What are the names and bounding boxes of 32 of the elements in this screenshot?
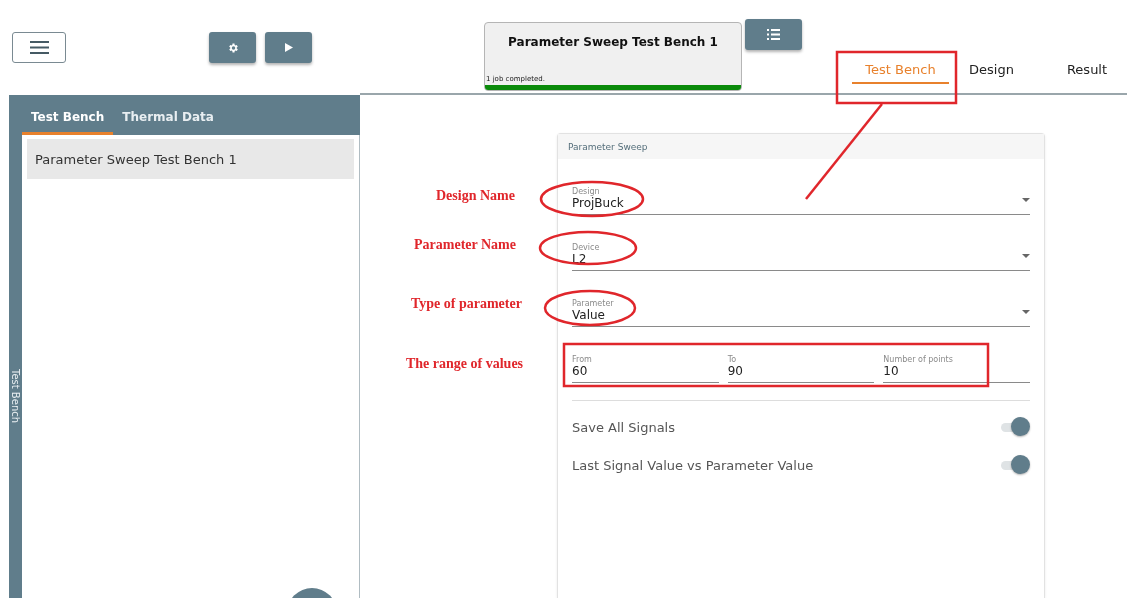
test-bench-list-item[interactable]: Parameter Sweep Test Bench 1	[27, 139, 354, 179]
annotation-label: The range of values	[406, 356, 524, 372]
card-title: Parameter Sweep	[558, 134, 1044, 159]
view-tab[interactable]: Result	[1034, 62, 1127, 84]
dropdown-caret-icon	[1022, 254, 1030, 258]
number-input-field[interactable]: Number of points 10	[883, 349, 1030, 383]
annotation-label: Type of parameter	[411, 296, 522, 312]
dropdown-caret-icon	[1022, 310, 1030, 314]
settings-button[interactable]	[209, 32, 256, 63]
toggle-switch[interactable]	[999, 417, 1030, 437]
annotation-label: Design Name	[436, 188, 515, 204]
play-icon	[284, 43, 293, 52]
dropdown-caret-icon	[1022, 198, 1030, 202]
job-title: Parameter Sweep Test Bench 1	[507, 35, 719, 49]
toggle-label: Save All Signals	[572, 419, 675, 435]
toggle-label: Last Signal Value vs Parameter Value	[572, 457, 814, 473]
view-tab[interactable]: Design	[949, 62, 1034, 84]
vertical-tab-label[interactable]: Test Bench	[10, 369, 21, 424]
annotation-label: Parameter Name	[414, 237, 516, 253]
sidebar-tab[interactable]: Thermal Data	[113, 95, 223, 135]
menu-icon	[29, 41, 49, 54]
number-input-field[interactable]: To 90	[727, 349, 875, 383]
dropdown-field[interactable]: Design ProjBuck	[572, 181, 1030, 215]
number-input-field[interactable]: From 60	[572, 349, 719, 383]
job-list-button[interactable]	[745, 19, 802, 50]
toggle-switch[interactable]	[999, 455, 1030, 475]
run-button[interactable]	[265, 32, 312, 63]
menu-button[interactable]	[12, 32, 66, 63]
settings-icon	[226, 41, 239, 54]
list-icon	[767, 29, 780, 40]
dropdown-field[interactable]: Parameter Value	[572, 293, 1030, 327]
dropdown-field[interactable]: Device L2	[572, 237, 1030, 271]
